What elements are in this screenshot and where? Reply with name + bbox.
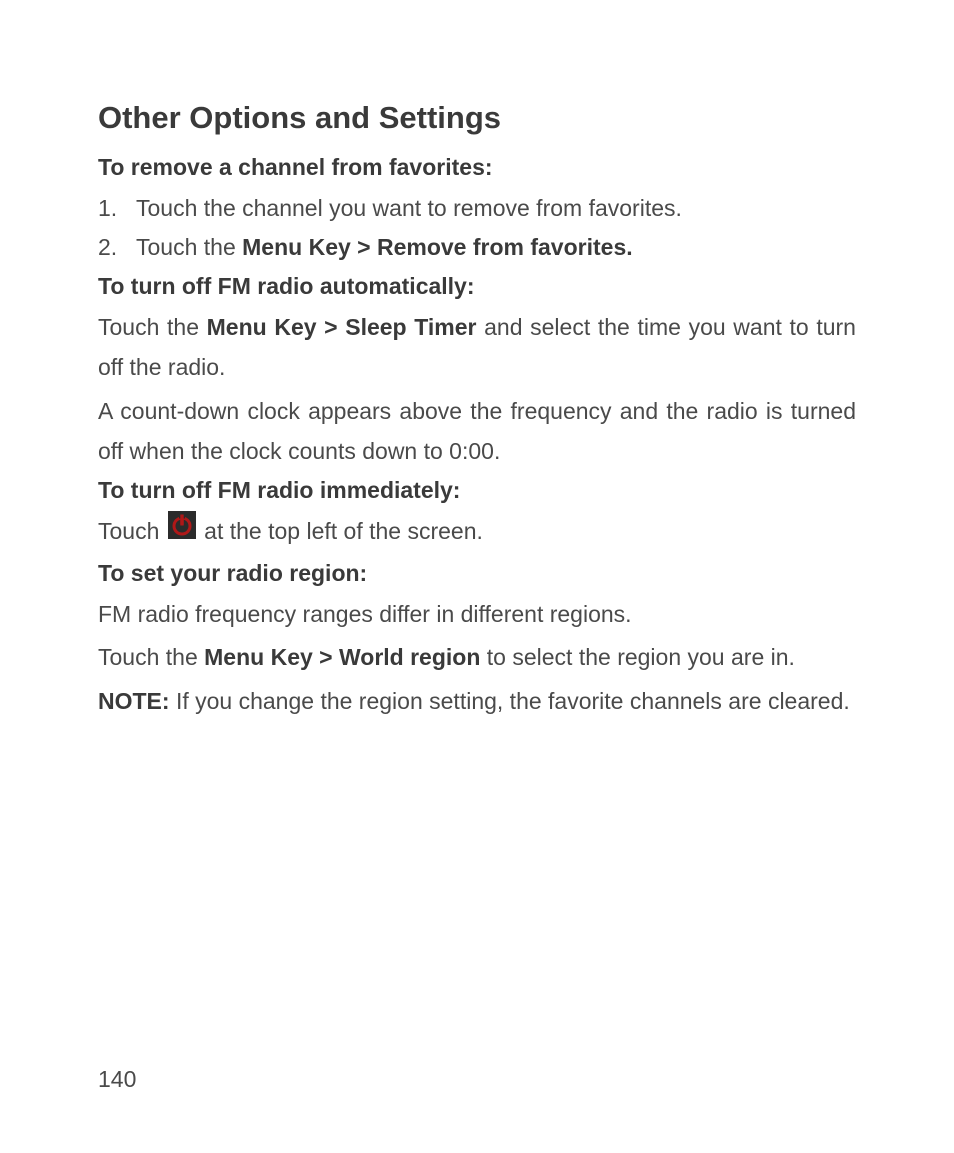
list-number: 1. bbox=[98, 189, 117, 228]
text-bold: Menu Key > Sleep Timer bbox=[207, 314, 477, 340]
text-pre: Touch the bbox=[98, 314, 207, 340]
section-sleep-timer-title: To turn off FM radio automatically: bbox=[98, 273, 856, 300]
text-pre: Touch the bbox=[98, 644, 204, 670]
page-heading: Other Options and Settings bbox=[98, 100, 856, 136]
page-number: 140 bbox=[98, 1066, 136, 1093]
section-turn-off-title: To turn off FM radio immediately: bbox=[98, 477, 856, 504]
text-bold: Menu Key > World region bbox=[204, 644, 480, 670]
list-text: Touch the channel you want to remove fro… bbox=[136, 195, 682, 221]
text-post: at the top left of the screen. bbox=[204, 518, 483, 544]
note-paragraph: NOTE: If you change the region setting, … bbox=[98, 682, 856, 722]
list-text-bold: Menu Key > Remove from favorites. bbox=[242, 234, 632, 260]
section-region-title: To set your radio region: bbox=[98, 560, 856, 587]
paragraph: A count-down clock appears above the fre… bbox=[98, 392, 856, 472]
list-item: 1. Touch the channel you want to remove … bbox=[98, 189, 856, 228]
power-icon bbox=[168, 511, 196, 552]
remove-favorites-steps: 1. Touch the channel you want to remove … bbox=[98, 189, 856, 267]
paragraph: Touch the Menu Key > Sleep Timer and sel… bbox=[98, 308, 856, 388]
note-text: If you change the region setting, the fa… bbox=[170, 688, 850, 714]
note-label: NOTE: bbox=[98, 688, 170, 714]
text-pre: Touch bbox=[98, 518, 166, 544]
list-item: 2. Touch the Menu Key > Remove from favo… bbox=[98, 228, 856, 267]
paragraph: FM radio frequency ranges differ in diff… bbox=[98, 595, 856, 635]
list-text-pre: Touch the bbox=[136, 234, 242, 260]
paragraph: Touch at the top left of the screen. bbox=[98, 512, 856, 553]
paragraph: Touch the Menu Key > World region to sel… bbox=[98, 638, 856, 678]
list-number: 2. bbox=[98, 228, 117, 267]
text-post: to select the region you are in. bbox=[480, 644, 795, 670]
section-remove-favorites-title: To remove a channel from favorites: bbox=[98, 154, 856, 181]
